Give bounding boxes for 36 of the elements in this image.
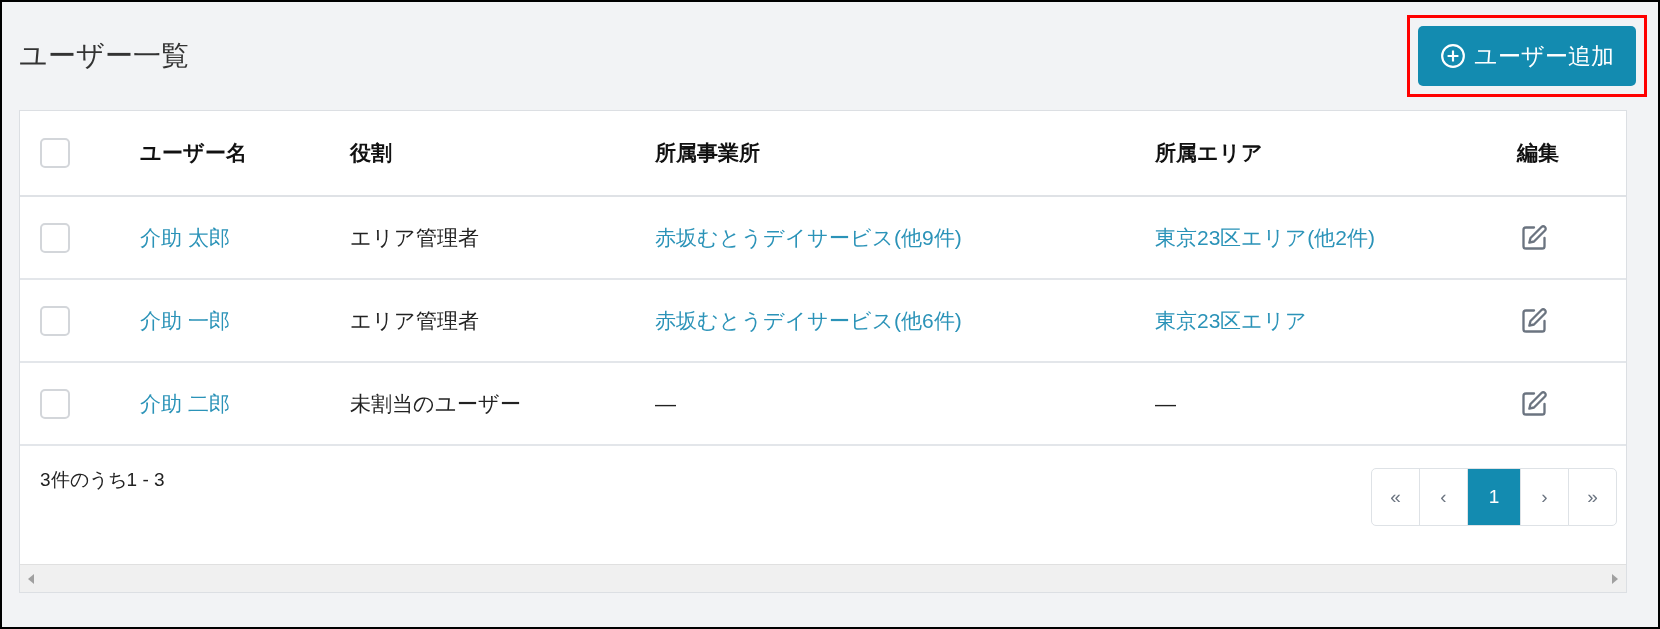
- area-text: —: [1155, 391, 1176, 415]
- role-text: エリア管理者: [350, 225, 479, 249]
- scroll-right-icon[interactable]: [1612, 573, 1618, 584]
- user-name-link[interactable]: 介助 二郎: [140, 391, 230, 415]
- checkbox[interactable]: [40, 222, 70, 253]
- page-button[interactable]: »: [1568, 468, 1617, 526]
- role-text: エリア管理者: [350, 308, 479, 332]
- column-header: 所属事業所: [655, 141, 760, 165]
- page-button[interactable]: ›: [1520, 468, 1569, 526]
- user-name-link[interactable]: 介助 一郎: [140, 308, 230, 332]
- user-name-link[interactable]: 介助 太郎: [140, 225, 230, 249]
- edit-icon[interactable]: [1520, 223, 1548, 252]
- page-button[interactable]: «: [1371, 468, 1420, 526]
- checkbox[interactable]: [40, 138, 70, 168]
- column-header: 所属エリア: [1155, 141, 1263, 165]
- column-header: ユーザー名: [140, 141, 247, 165]
- column-header: 編集: [1517, 141, 1559, 165]
- page-button[interactable]: 1: [1467, 468, 1521, 526]
- horizontal-scrollbar[interactable]: [20, 564, 1626, 592]
- checkbox[interactable]: [40, 305, 70, 336]
- edit-icon[interactable]: [1520, 306, 1548, 335]
- office-link[interactable]: 赤坂むとうデイサービス(他6件): [655, 308, 962, 332]
- column-header: 役割: [350, 141, 392, 165]
- office-text: —: [655, 391, 676, 415]
- area-link[interactable]: 東京23区エリア: [1155, 308, 1308, 332]
- page-button[interactable]: ‹: [1419, 468, 1468, 526]
- result-count: 3件のうち1 - 3: [40, 468, 165, 492]
- checkbox[interactable]: [40, 388, 70, 419]
- scroll-left-icon[interactable]: [28, 573, 34, 584]
- office-link[interactable]: 赤坂むとうデイサービス(他9件): [655, 225, 962, 249]
- role-text: 未割当のユーザー: [350, 391, 521, 415]
- area-link[interactable]: 東京23区エリア(他2件): [1155, 225, 1376, 249]
- page-title: ユーザー一覧: [19, 39, 189, 73]
- add-user-button[interactable]: ユーザー追加: [1418, 26, 1636, 86]
- edit-icon[interactable]: [1520, 389, 1548, 418]
- plus-circle-icon: [1440, 43, 1466, 69]
